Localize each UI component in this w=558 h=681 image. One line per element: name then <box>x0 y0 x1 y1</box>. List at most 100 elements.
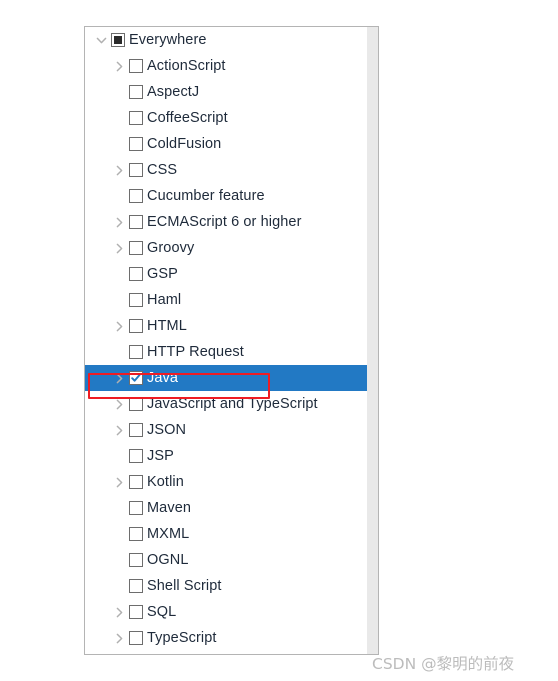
tree-row-label: Groovy <box>147 239 195 256</box>
checkbox-unchecked-icon[interactable] <box>129 579 143 593</box>
tree-row-label: Kotlin <box>147 473 184 490</box>
tree-row[interactable]: GSP <box>85 261 378 287</box>
tree-row[interactable]: JSP <box>85 443 378 469</box>
chevron-right-icon[interactable] <box>109 209 129 235</box>
tree-row-label: HTTP Request <box>147 343 244 360</box>
checkbox-unchecked-icon[interactable] <box>129 85 143 99</box>
checkbox-unchecked-icon[interactable] <box>129 111 143 125</box>
watermark-text: CSDN @黎明的前夜 <box>372 655 515 673</box>
checkbox-unchecked-icon[interactable] <box>129 189 143 203</box>
tree-row[interactable]: ActionScript <box>85 53 378 79</box>
tree-row[interactable]: MXML <box>85 521 378 547</box>
tree-row[interactable]: Maven <box>85 495 378 521</box>
file-type-tree-panel[interactable]: Everywhere ActionScript AspectJ CoffeeScrip… <box>84 26 379 655</box>
chevron-right-icon[interactable] <box>109 625 129 651</box>
tree-row[interactable]: CSS <box>85 157 378 183</box>
checkbox-unchecked-icon[interactable] <box>129 59 143 73</box>
chevron-right-icon[interactable] <box>109 365 129 391</box>
checkbox-unchecked-icon[interactable] <box>129 163 143 177</box>
tree-row[interactable]: Cucumber feature <box>85 183 378 209</box>
chevron-right-icon[interactable] <box>109 157 129 183</box>
tree-row[interactable]: SQL <box>85 599 378 625</box>
tree-row-label: JSP <box>147 447 174 464</box>
tree-row-label: JSON <box>147 421 187 438</box>
checkbox-unchecked-icon[interactable] <box>129 527 143 541</box>
checkbox-unchecked-icon[interactable] <box>129 241 143 255</box>
tree-row[interactable]: HTTP Request <box>85 339 378 365</box>
tree-row[interactable]: HTML <box>85 313 378 339</box>
chevron-right-icon[interactable] <box>109 469 129 495</box>
tree-row[interactable]: Shell Script <box>85 573 378 599</box>
checkbox-unchecked-icon[interactable] <box>129 605 143 619</box>
tree-row[interactable]: JSON <box>85 417 378 443</box>
tree-row-label: Haml <box>147 291 182 308</box>
tree-row-label: OGNL <box>147 551 189 568</box>
tree-row-label: AspectJ <box>147 83 200 100</box>
chevron-right-icon[interactable] <box>109 313 129 339</box>
tree-row[interactable]: OGNL <box>85 547 378 573</box>
tree-row-label: TypeScript <box>147 629 217 646</box>
tree-row-label: Maven <box>147 499 192 516</box>
vertical-scrollbar[interactable] <box>367 27 378 654</box>
tree-row-label: CSS <box>147 161 178 178</box>
checkbox-unchecked-icon[interactable] <box>129 267 143 281</box>
checkbox-unchecked-icon[interactable] <box>129 397 143 411</box>
tree-row-label: ActionScript <box>147 57 226 74</box>
checkbox-unchecked-icon[interactable] <box>129 553 143 567</box>
tree-row-label: SQL <box>147 603 177 620</box>
tree-row-label: MXML <box>147 525 190 542</box>
checkbox-unchecked-icon[interactable] <box>129 423 143 437</box>
tree-row-label: Shell Script <box>147 577 222 594</box>
checkbox-unchecked-icon[interactable] <box>129 215 143 229</box>
tree-row-label: ColdFusion <box>147 135 222 152</box>
tree-row[interactable]: Groovy <box>85 235 378 261</box>
checkbox-indeterminate-icon[interactable] <box>111 33 125 47</box>
checkbox-unchecked-icon[interactable] <box>129 475 143 489</box>
chevron-right-icon[interactable] <box>109 599 129 625</box>
chevron-down-icon[interactable] <box>91 27 111 53</box>
chevron-right-icon[interactable] <box>109 417 129 443</box>
chevron-right-icon[interactable] <box>109 235 129 261</box>
tree-row[interactable]: Haml <box>85 287 378 313</box>
vertical-scrollbar-thumb[interactable] <box>367 27 378 622</box>
checkbox-unchecked-icon[interactable] <box>129 449 143 463</box>
checkbox-unchecked-icon[interactable] <box>129 501 143 515</box>
tree-row-label: CoffeeScript <box>147 109 228 126</box>
tree-row-label: Java <box>147 369 179 386</box>
checkbox-unchecked-icon[interactable] <box>129 631 143 645</box>
tree-row-label: ECMAScript 6 or higher <box>147 213 302 230</box>
tree-row-label: Cucumber feature <box>147 187 265 204</box>
tree-row[interactable]: CoffeeScript <box>85 105 378 131</box>
tree-row-label: JavaScript and TypeScript <box>147 395 318 412</box>
tree-row[interactable]: JavaScript and TypeScript <box>85 391 378 417</box>
checkbox-unchecked-icon[interactable] <box>129 345 143 359</box>
tree-row-label: HTML <box>147 317 187 334</box>
tree-row[interactable]: AspectJ <box>85 79 378 105</box>
checkbox-unchecked-icon[interactable] <box>129 319 143 333</box>
tree-row[interactable]: Java <box>85 365 378 391</box>
checkbox-checked-icon[interactable] <box>129 371 143 385</box>
checkbox-unchecked-icon[interactable] <box>129 137 143 151</box>
file-type-tree-list: Everywhere ActionScript AspectJ CoffeeScrip… <box>85 27 378 651</box>
tree-row[interactable]: Everywhere <box>85 27 378 53</box>
tree-row-label: Everywhere <box>129 31 207 48</box>
tree-row[interactable]: ColdFusion <box>85 131 378 157</box>
tree-row[interactable]: ECMAScript 6 or higher <box>85 209 378 235</box>
checkbox-unchecked-icon[interactable] <box>129 293 143 307</box>
tree-row[interactable]: TypeScript <box>85 625 378 651</box>
chevron-right-icon[interactable] <box>109 391 129 417</box>
chevron-right-icon[interactable] <box>109 53 129 79</box>
tree-row[interactable]: Kotlin <box>85 469 378 495</box>
